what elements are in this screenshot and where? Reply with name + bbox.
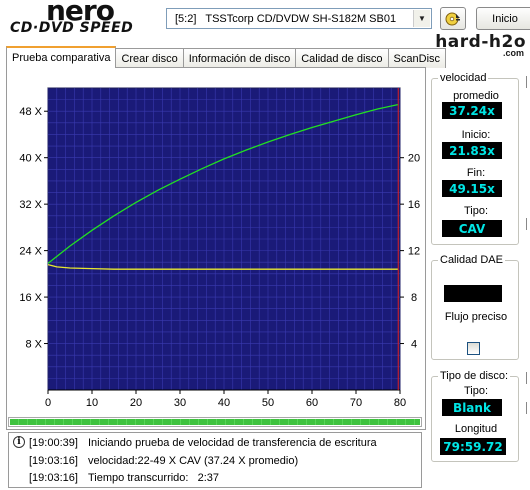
info-icon: i — [13, 436, 25, 448]
average-label: promedio — [453, 90, 499, 102]
y-left-tick-label: 40 X — [19, 153, 42, 165]
disc-type-value: Blank — [442, 399, 502, 416]
disc-eject-icon — [445, 12, 460, 25]
chevron-down-icon[interactable]: ▼ — [413, 10, 430, 27]
log-panel[interactable]: i [19:00:39] Iniciando prueba de velocid… — [8, 432, 422, 488]
disc-length-value: 79:59.72 — [440, 438, 506, 455]
x-tick-label: 40 — [218, 397, 230, 409]
disc-type-group-title: Tipo de disco: — [438, 370, 511, 382]
y-left-tick-label: 48 X — [19, 106, 42, 118]
y-left-tick-label: 8 X — [25, 339, 42, 351]
x-tick-label: 30 — [174, 397, 186, 409]
accurate-stream-checkbox[interactable] — [467, 342, 480, 355]
y-left-tick-label: 32 X — [19, 199, 42, 211]
disc-type-label: Tipo: — [463, 385, 489, 397]
x-tick-label: 70 — [350, 397, 362, 409]
clipped-panel-edge — [526, 76, 530, 88]
y-right-tick-label: 20 — [408, 153, 420, 165]
x-tick-label: 0 — [45, 397, 51, 409]
progress-bar — [8, 417, 422, 427]
average-speed-value: 37.24x — [442, 102, 502, 119]
log-message: Tiempo transcurrido: 2:37 — [88, 471, 220, 484]
x-tick-label: 80 — [394, 397, 406, 409]
x-tick-label: 10 — [86, 397, 98, 409]
speed-group-title: velocidad — [438, 72, 489, 84]
speed-type-label: Tipo: — [463, 205, 489, 217]
dae-group-title: Calidad DAE — [438, 254, 505, 266]
start-speed-value: 21.83x — [442, 142, 502, 159]
y-right-tick-label: 4 — [411, 339, 417, 351]
speed-chart: 0 10 20 30 40 50 60 70 80 8 X 16 X 24 X 32 X 40 X 48 X… — [19, 87, 420, 409]
eject-button[interactable] — [440, 7, 466, 30]
dae-quality-value — [444, 285, 502, 302]
tab-disc-info[interactable]: Información de disco — [182, 48, 297, 68]
x-tick-label: 20 — [130, 397, 142, 409]
start-button[interactable]: Inicio — [476, 7, 530, 30]
y-right-tick-label: 12 — [408, 246, 420, 258]
y-left-tick-label: 24 X — [19, 246, 42, 258]
drive-select-value: [5:2] TSSTcorp CD/DVDW SH-S182M SB01 — [175, 12, 397, 25]
clipped-panel-edge — [526, 218, 530, 230]
tab-create-disc[interactable]: Crear disco — [115, 48, 184, 68]
log-time: [19:03:16] — [29, 471, 78, 484]
end-speed-value: 49.15x — [442, 180, 502, 197]
clipped-panel-edge — [526, 372, 530, 384]
log-message: velocidad:22-49 X CAV (37.24 X promedio) — [88, 454, 299, 467]
logo-product-text: CD·DVD SPEED — [10, 20, 134, 36]
watermark-suffix: .com — [502, 48, 524, 58]
speed-type-value: CAV — [442, 220, 502, 237]
nero-logo: nero CD·DVD SPEED — [8, 0, 158, 42]
log-time: [19:00:39] — [29, 436, 78, 449]
tab-bar: Prueba comparativa Crear disco Informaci… — [6, 46, 447, 68]
tab-benchmark[interactable]: Prueba comparativa — [6, 46, 117, 68]
disc-type-group: Tipo de disco: Tipo: Blank Longitud 79:5… — [431, 370, 519, 462]
clipped-panel-edge — [526, 402, 530, 414]
tab-scandisc[interactable]: ScanDisc — [387, 48, 447, 68]
drive-select[interactable]: [5:2] TSSTcorp CD/DVDW SH-S182M SB01 ▼ — [166, 8, 432, 29]
x-tick-label: 50 — [262, 397, 274, 409]
start-speed-label: Inicio: — [461, 129, 491, 141]
end-speed-label: Fin: — [466, 167, 486, 179]
disc-length-label: Longitud — [454, 423, 498, 435]
accurate-stream-label: Flujo preciso — [444, 311, 508, 323]
log-time: [19:03:16] — [29, 454, 78, 467]
log-message: Iniciando prueba de velocidad de transfe… — [88, 436, 377, 449]
y-left-tick-label: 16 X — [19, 292, 42, 304]
progress-fill — [10, 419, 420, 425]
x-tick-label: 60 — [306, 397, 318, 409]
y-right-tick-label: 16 — [408, 199, 420, 211]
tab-disc-quality[interactable]: Calidad de disco — [295, 48, 389, 68]
dae-group: Calidad DAE Flujo preciso — [431, 254, 519, 360]
speed-group: velocidad promedio 37.24x Inicio: 21.83x… — [431, 72, 519, 245]
y-right-tick-label: 8 — [411, 292, 417, 304]
